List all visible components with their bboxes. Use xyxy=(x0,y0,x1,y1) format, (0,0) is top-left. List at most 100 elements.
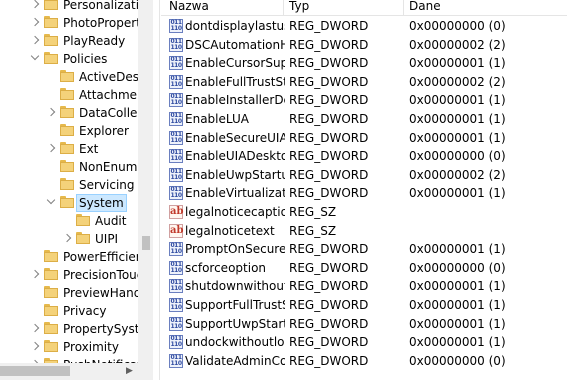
value-name-cell: EnableFullTrustStartupTasks xyxy=(185,74,285,89)
registry-value-row[interactable]: 011110EnableCursorSuppression REG_DWORD 0x… xyxy=(161,54,567,72)
tree-item[interactable]: Audit xyxy=(0,212,138,230)
reg-binary-icon: 011 110 xyxy=(169,93,183,108)
value-type-cell: REG_SZ xyxy=(289,223,337,238)
tree-item[interactable]: PrecisionTouchPad xyxy=(0,266,153,284)
value-type-cell: REG_DWORD xyxy=(289,335,369,350)
registry-value-row[interactable]: 011110undockwithoutlogon REG_DWORD 0x00000… xyxy=(161,333,567,351)
scroll-right-arrow-icon[interactable]: ▶ xyxy=(126,366,133,376)
tree-item[interactable]: PropertySystem xyxy=(0,320,153,338)
chevron-right-icon[interactable] xyxy=(30,323,40,333)
column-separator[interactable] xyxy=(403,0,404,15)
tree-item[interactable]: ActiveDesktop xyxy=(0,68,153,86)
reg-binary-icon: 011 110 xyxy=(169,74,183,89)
tree-item-label: PlayReady xyxy=(63,34,126,48)
registry-value-row[interactable]: 011 110 scforceoption REG_DWORD 0x00000000 (… xyxy=(161,259,567,277)
tree-item[interactable]: System xyxy=(0,194,138,212)
registry-value-row[interactable]: 011110SupportUwpStartupTasks REG_DWORD 0x0… xyxy=(161,315,567,333)
chevron-right-icon[interactable] xyxy=(30,0,40,9)
folder-icon xyxy=(44,0,58,10)
tree-item[interactable]: PreviewHandlers xyxy=(0,284,153,302)
registry-value-row[interactable]: 011110ValidateAdminCodeSignatures REG_DWO… xyxy=(161,352,567,370)
tree-item[interactable]: DataCollection xyxy=(0,104,153,122)
registry-value-row[interactable]: 011110shutdownwithoutlogon REG_DWORD 0x000… xyxy=(161,277,567,295)
value-name-cell: legalnoticetext xyxy=(185,223,275,238)
registry-value-row[interactable]: 011110EnableFullTrustStartupTasks REG_DWO… xyxy=(161,73,567,91)
tree-item[interactable]: Servicing xyxy=(0,176,138,194)
chevron-right-icon[interactable] xyxy=(30,35,40,45)
chevron-down-icon[interactable] xyxy=(46,197,56,207)
tree-item[interactable]: Proximity xyxy=(0,338,138,356)
registry-value-row[interactable]: 011110EnableInstallerDetection REG_DWORD 0… xyxy=(161,91,567,109)
value-data-cell: 0x00000001 (1) xyxy=(409,298,506,312)
value-type-cell: REG_DWORD xyxy=(289,149,369,164)
value-type-cell: REG_DWORD xyxy=(289,167,369,182)
chevron-right-icon[interactable] xyxy=(46,107,56,117)
tree-item[interactable]: NonEnum xyxy=(0,158,138,176)
reg-binary-icon: 011 110 xyxy=(169,260,183,275)
registry-value-row[interactable]: 011110EnableVirtualization REG_DWORD 0x000… xyxy=(161,184,567,202)
tree-horizontal-scroll-thumb[interactable] xyxy=(0,366,70,376)
reg-string-icon: ab xyxy=(169,205,184,219)
registry-value-row[interactable]: 011110EnableSecureUIAPaths REG_DWORD 0x000… xyxy=(161,129,567,147)
chevron-down-icon[interactable] xyxy=(30,53,40,63)
value-type-cell: REG_DWORD xyxy=(289,56,369,71)
registry-value-row[interactable]: 011110EnableUwpStartupTasks REG_DWORD 0x00… xyxy=(161,166,567,184)
folder-icon xyxy=(60,178,74,190)
tree-item[interactable]: Privacy xyxy=(0,302,138,320)
value-name-cell: EnableLUA xyxy=(185,112,249,126)
tree-item[interactable]: Explorer xyxy=(0,122,138,140)
chevron-right-icon[interactable] xyxy=(46,143,56,153)
folder-icon xyxy=(60,196,74,208)
column-header-data[interactable]: Dane xyxy=(409,0,441,14)
registry-value-row[interactable]: 011110PromptOnSecureDesktop REG_DWORD 0x00… xyxy=(161,240,567,258)
reg-binary-icon: 011 110 xyxy=(169,335,183,350)
tree-item-label: Privacy xyxy=(63,304,107,318)
column-header-name[interactable]: Nazwa xyxy=(169,0,209,14)
value-data-cell: 0x00000001 (1) xyxy=(409,242,506,257)
value-name-cell: ValidateAdminCodeSignatures xyxy=(185,353,285,368)
registry-value-row[interactable]: 011110EnableUIADesktopToggle REG_DWORD 0x0… xyxy=(161,147,567,165)
chevron-right-icon[interactable] xyxy=(30,17,40,27)
tree-item[interactable]: Policies xyxy=(0,50,138,68)
tree-item[interactable]: Attachments xyxy=(0,86,153,104)
scrollbar-corner xyxy=(138,363,153,380)
folder-icon xyxy=(76,214,90,226)
folder-icon xyxy=(60,88,74,100)
registry-value-row[interactable]: 011110dontdisplaylastusername REG_DWORD 0x… xyxy=(161,17,567,35)
column-separator[interactable] xyxy=(283,0,284,15)
value-name-cell: EnableInstallerDetection xyxy=(185,93,285,108)
folder-icon xyxy=(60,124,74,136)
chevron-right-icon[interactable] xyxy=(62,233,72,243)
tree-item[interactable]: PhotoPropertyHandler xyxy=(0,14,153,32)
value-data-cell: 0x00000002 (2) xyxy=(409,167,506,182)
reg-binary-icon: 011 110 xyxy=(169,56,183,71)
registry-values-list[interactable]: Nazwa Typ Dane 011110dontdisplaylastuser… xyxy=(161,0,567,380)
value-data-cell: 0x00000000 (0) xyxy=(409,149,506,164)
tree-item[interactable]: PowerEfficiencyDiagnostics xyxy=(0,248,153,266)
registry-value-row[interactable]: ab legalnoticecaption REG_SZ xyxy=(161,203,567,221)
column-header-type[interactable]: Typ xyxy=(289,0,309,14)
tree-vertical-scroll-thumb[interactable] xyxy=(142,236,150,250)
tree-item[interactable]: Personalization xyxy=(0,0,153,14)
tree-item[interactable]: PlayReady xyxy=(0,32,138,50)
folder-icon xyxy=(60,142,74,154)
pane-splitter[interactable] xyxy=(153,0,160,380)
chevron-right-icon[interactable] xyxy=(30,341,40,351)
list-header: Nazwa Typ Dane xyxy=(161,0,567,16)
tree-item[interactable]: Ext xyxy=(0,140,138,158)
value-type-cell: REG_DWORD xyxy=(289,37,369,52)
value-type-cell: REG_DWORD xyxy=(289,112,369,126)
registry-value-row[interactable]: ab legalnoticetext REG_SZ xyxy=(161,222,567,240)
registry-key-tree[interactable]: PersonalizationPhotoPropertyHandler PlayR… xyxy=(0,0,153,380)
value-type-cell: REG_DWORD xyxy=(289,186,369,201)
tree-vertical-scrollbar[interactable] xyxy=(138,0,153,363)
value-name-cell: EnableCursorSuppression xyxy=(185,56,285,71)
chevron-right-icon[interactable] xyxy=(30,269,40,279)
folder-icon xyxy=(60,106,74,118)
folder-icon xyxy=(44,52,58,64)
registry-value-row[interactable]: 011110DSCAutomationHostEnabled REG_DWORD 0… xyxy=(161,36,567,54)
tree-item[interactable]: UIPI xyxy=(0,230,138,248)
registry-value-row[interactable]: 011110SupportFullTrustStartupTasks REG_DW… xyxy=(161,296,567,314)
value-data-cell: 0x00000001 (1) xyxy=(409,186,506,201)
registry-value-row[interactable]: 011 110 EnableLUA REG_DWORD 0x00000001 (1) xyxy=(161,110,567,128)
